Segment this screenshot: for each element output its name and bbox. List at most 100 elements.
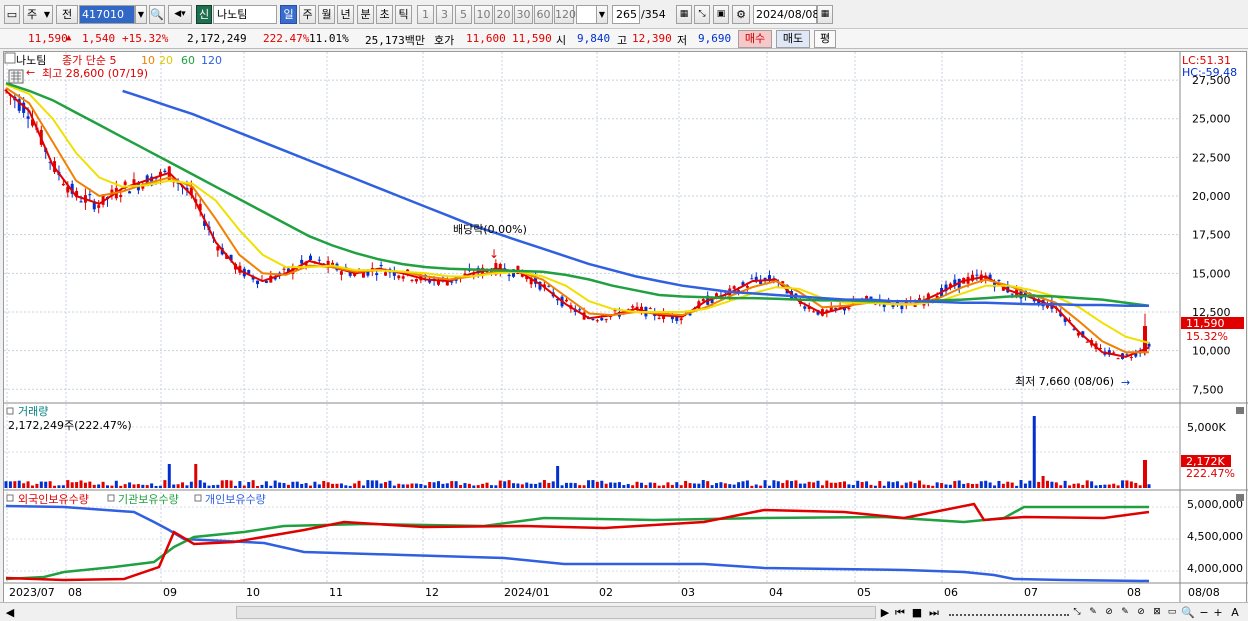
tab-second[interactable]: 초	[376, 5, 393, 24]
eval-button[interactable]: 평	[814, 30, 836, 48]
candle-body	[745, 285, 749, 288]
interval-60[interactable]: 60	[534, 5, 553, 24]
interval-10[interactable]: 10	[474, 5, 493, 24]
search-icon[interactable]: 🔍	[149, 5, 165, 24]
period-value: 주	[27, 8, 38, 21]
stock-chart[interactable]: 나노팀 종가 단순 5 10 20 60 120 ← 최고 28,600 (07…	[4, 52, 1248, 605]
tool-icon-4[interactable]: ✎	[1119, 605, 1131, 620]
buy-button[interactable]: 매수	[738, 30, 772, 48]
volume-bar	[847, 484, 851, 488]
volume-bar	[869, 484, 873, 488]
gear-icon[interactable]: ⚙	[732, 5, 750, 24]
stock-name-field[interactable]: 나노팀	[213, 5, 277, 24]
tab-year[interactable]: 년	[337, 5, 354, 24]
volume-bar	[560, 485, 564, 488]
candle-body	[591, 318, 595, 320]
candle-body	[1085, 341, 1089, 343]
volume-bar	[745, 480, 749, 488]
candle-body	[384, 272, 388, 276]
text-size-icon[interactable]: A	[1228, 605, 1242, 620]
interval-5[interactable]: 5	[455, 5, 472, 24]
tool-icon-1[interactable]: ⤡	[1071, 605, 1083, 620]
speaker-icon[interactable]: ◀▾	[168, 5, 192, 24]
zoom-track[interactable]	[949, 609, 1069, 616]
tool-icon-7[interactable]: ▭	[1166, 605, 1178, 620]
fast-forward-icon[interactable]: ⏭	[927, 605, 941, 620]
volume-bar	[816, 480, 820, 488]
sell-button[interactable]: 매도	[776, 30, 810, 48]
tab-tick[interactable]: 틱	[395, 5, 412, 24]
volume-bar	[1041, 476, 1045, 488]
chart-scrollbar[interactable]	[236, 606, 876, 619]
volume-bar	[1090, 481, 1094, 488]
candle-body	[657, 317, 661, 319]
volume-bar	[194, 464, 198, 488]
price-axis: 27,50025,00022,50020,00017,50015,00012,5…	[1192, 74, 1231, 396]
save-icon[interactable]: ▣	[713, 5, 729, 24]
volume-bar	[92, 484, 96, 488]
table-view-icon[interactable]	[8, 69, 24, 84]
volume-bar	[1032, 416, 1036, 488]
date-input[interactable]: 2024/08/08	[753, 5, 819, 24]
tool-icon-5[interactable]: ⊘	[1135, 605, 1147, 620]
volume-bar	[503, 481, 507, 488]
volume-bar	[812, 482, 816, 488]
scroll-right-icon[interactable]: ▶	[879, 605, 891, 620]
interval-120[interactable]: 120	[554, 5, 576, 24]
code-dropdown-icon[interactable]: ▼	[135, 5, 147, 24]
calendar-icon[interactable]: ▦	[817, 5, 833, 24]
tab-month[interactable]: 월	[318, 5, 335, 24]
volume-bar	[181, 482, 185, 488]
volume-bar	[807, 481, 811, 488]
interval-dropdown-icon[interactable]: ▼	[596, 5, 608, 24]
candle-body	[750, 278, 754, 280]
volume-bar	[450, 481, 454, 488]
volume-bar	[282, 483, 286, 488]
interval-3[interactable]: 3	[436, 5, 453, 24]
candle-body	[26, 116, 30, 119]
price-tick: 22,500	[1192, 151, 1231, 164]
interval-20[interactable]: 20	[494, 5, 513, 24]
grid-icon[interactable]: ▦	[676, 5, 692, 24]
holding-panel-close-icon[interactable]	[1236, 494, 1244, 501]
tab-day[interactable]: 일	[280, 5, 297, 24]
volume-bar	[4, 481, 8, 488]
zoom-out-icon[interactable]: −	[1198, 605, 1210, 620]
scroll-left-icon[interactable]: ◀	[4, 605, 16, 620]
volume-bar	[1143, 460, 1147, 488]
tool-icon-2[interactable]: ✎	[1087, 605, 1099, 620]
candle-body	[445, 281, 449, 286]
volume-bar	[88, 481, 92, 488]
period-select[interactable]: 주 ▼	[23, 5, 53, 24]
prev-button[interactable]: 전	[56, 5, 78, 24]
volume-bar	[622, 485, 626, 488]
candle-body	[282, 268, 286, 270]
count-input[interactable]: 265	[612, 5, 640, 24]
candle-body	[595, 320, 599, 322]
volume-bar	[260, 484, 264, 488]
volume-bar	[1019, 480, 1023, 488]
volume-bar	[304, 483, 308, 488]
tab-week[interactable]: 주	[299, 5, 316, 24]
candle-body	[317, 259, 321, 261]
interval-30[interactable]: 30	[514, 5, 533, 24]
zoom-in-icon[interactable]: +	[1212, 605, 1224, 620]
layout-icon[interactable]: ▭	[4, 5, 20, 24]
search-icon[interactable]: 🔍	[1181, 605, 1195, 620]
stop-icon[interactable]: ■	[910, 605, 924, 620]
volume-bar	[432, 482, 436, 488]
volume-panel-close-icon[interactable]	[1236, 407, 1244, 414]
volume-bar	[216, 484, 220, 488]
tool-icon-3[interactable]: ⊘	[1103, 605, 1115, 620]
crosshair-icon[interactable]: ⤡	[694, 5, 710, 24]
tool-icon-6[interactable]: ⊠	[1151, 605, 1163, 620]
tab-minute[interactable]: 분	[357, 5, 374, 24]
volume-bar	[918, 480, 922, 488]
high-label: 고	[617, 34, 628, 47]
interval-1[interactable]: 1	[417, 5, 434, 24]
chart-area[interactable]: 나노팀 종가 단순 5 10 20 60 120 ← 최고 28,600 (07…	[3, 51, 1248, 605]
volume-bar	[225, 480, 229, 488]
code-input[interactable]: 417010	[79, 5, 135, 24]
volume-bar	[123, 484, 127, 488]
rewind-icon[interactable]: ⏮	[893, 605, 907, 620]
